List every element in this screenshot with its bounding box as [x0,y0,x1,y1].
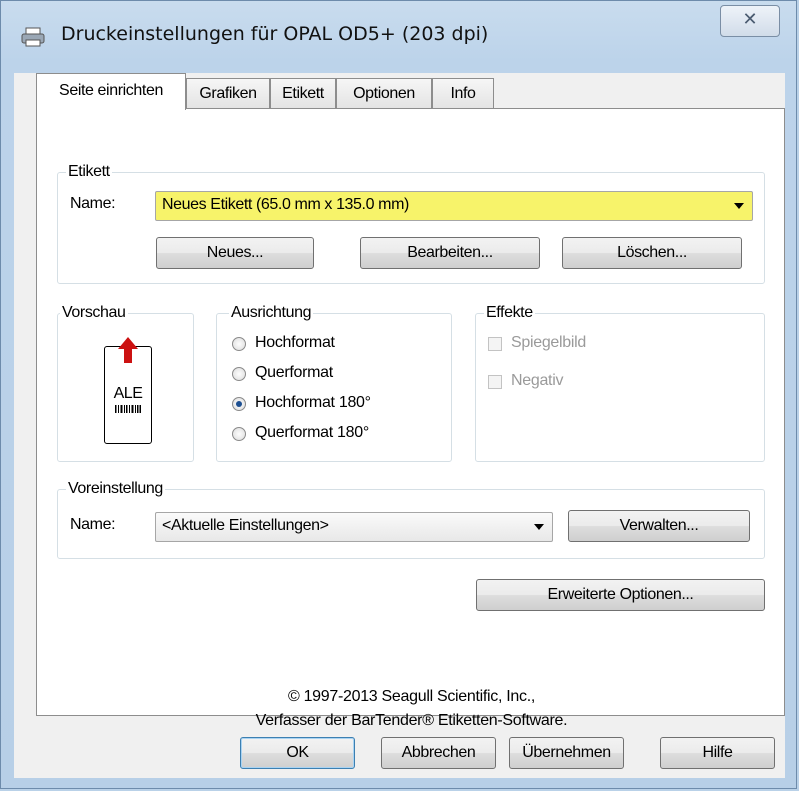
close-icon: ✕ [742,9,758,30]
preset-name-dropdown[interactable]: <Aktuelle Einstellungen> [155,512,553,542]
close-button[interactable]: ✕ [720,5,780,37]
chevron-down-icon [534,524,544,530]
radio-label: Hochformat 180° [255,394,371,411]
preview-group-label: Vorschau [60,303,128,323]
tab-etikett[interactable]: Etikett [270,78,336,108]
delete-label-button[interactable]: Löschen... [562,237,742,269]
effects-group: Effekte Spiegelbild Negativ [475,303,765,462]
manage-presets-button[interactable]: Verwalten... [568,510,750,542]
etikett-group: Etikett Name: Neues Etikett (65.0 mm x 1… [57,162,765,284]
preset-name-value: <Aktuelle Einstellungen> [162,517,329,534]
help-button[interactable]: Hilfe [660,737,775,769]
etikett-group-label: Etikett [66,162,112,182]
etikett-name-dropdown[interactable]: Neues Etikett (65.0 mm x 135.0 mm) [155,191,753,221]
tab-panel-seite-einrichten: Etikett Name: Neues Etikett (65.0 mm x 1… [36,108,785,729]
window-title: Druckeinstellungen für OPAL OD5+ (203 dp… [61,23,489,45]
preset-name-label: Name: [70,516,116,533]
orientation-group: Ausrichtung Hochformat Querformat Hochfo… [216,303,452,462]
printer-icon [21,27,45,47]
advanced-options-button[interactable]: Erweiterte Optionen... [476,579,765,611]
radio-button[interactable] [232,337,246,351]
radio-label: Querformat 180° [255,424,369,441]
copyright-line-2: Verfasser der BarTender® Etiketten-Softw… [255,712,568,729]
tab-grafiken[interactable]: Grafiken [186,78,270,108]
orientation-group-label: Ausrichtung [229,303,314,323]
etikett-name-value: Neues Etikett (65.0 mm x 135.0 mm) [162,196,409,213]
preview-group: Vorschau ALE [57,303,194,462]
tab-optionen[interactable]: Optionen [336,78,432,108]
radio-button-selected[interactable] [232,397,246,411]
radio-button[interactable] [232,427,246,441]
orientation-arrow-icon [118,337,138,363]
print-settings-dialog: Druckeinstellungen für OPAL OD5+ (203 dp… [0,0,797,789]
new-label-button[interactable]: Neues... [156,237,314,269]
radio-button[interactable] [232,367,246,381]
preset-group: Voreinstellung Name: <Aktuelle Einstellu… [57,479,765,559]
chevron-down-icon [734,203,744,209]
checkbox-label: Spiegelbild [511,334,586,351]
copyright-line-1: © 1997-2013 Seagull Scientific, Inc., [287,688,536,705]
barcode-icon [115,405,141,413]
radio-label: Hochformat [255,334,335,351]
checkbox[interactable] [488,375,502,389]
checkbox-label: Negativ [511,372,564,389]
radio-label: Querformat [255,364,333,381]
preset-group-label: Voreinstellung [66,479,165,499]
label-preview: ALE [104,337,152,444]
ok-button[interactable]: OK [240,737,355,769]
tab-info[interactable]: Info [432,78,494,108]
checkbox[interactable] [488,337,502,351]
etikett-name-label: Name: [70,195,116,212]
title-bar[interactable]: Druckeinstellungen für OPAL OD5+ (203 dp… [1,1,796,59]
cancel-button[interactable]: Abbrechen [381,737,496,769]
tab-seite-einrichten[interactable]: Seite einrichten [36,73,186,110]
edit-label-button[interactable]: Bearbeiten... [360,237,540,269]
preview-text: ALE [113,385,143,402]
dialog-body: Seite einrichten Grafiken Etikett Option… [14,73,785,778]
effects-group-label: Effekte [484,303,535,323]
apply-button[interactable]: Übernehmen [509,737,624,769]
